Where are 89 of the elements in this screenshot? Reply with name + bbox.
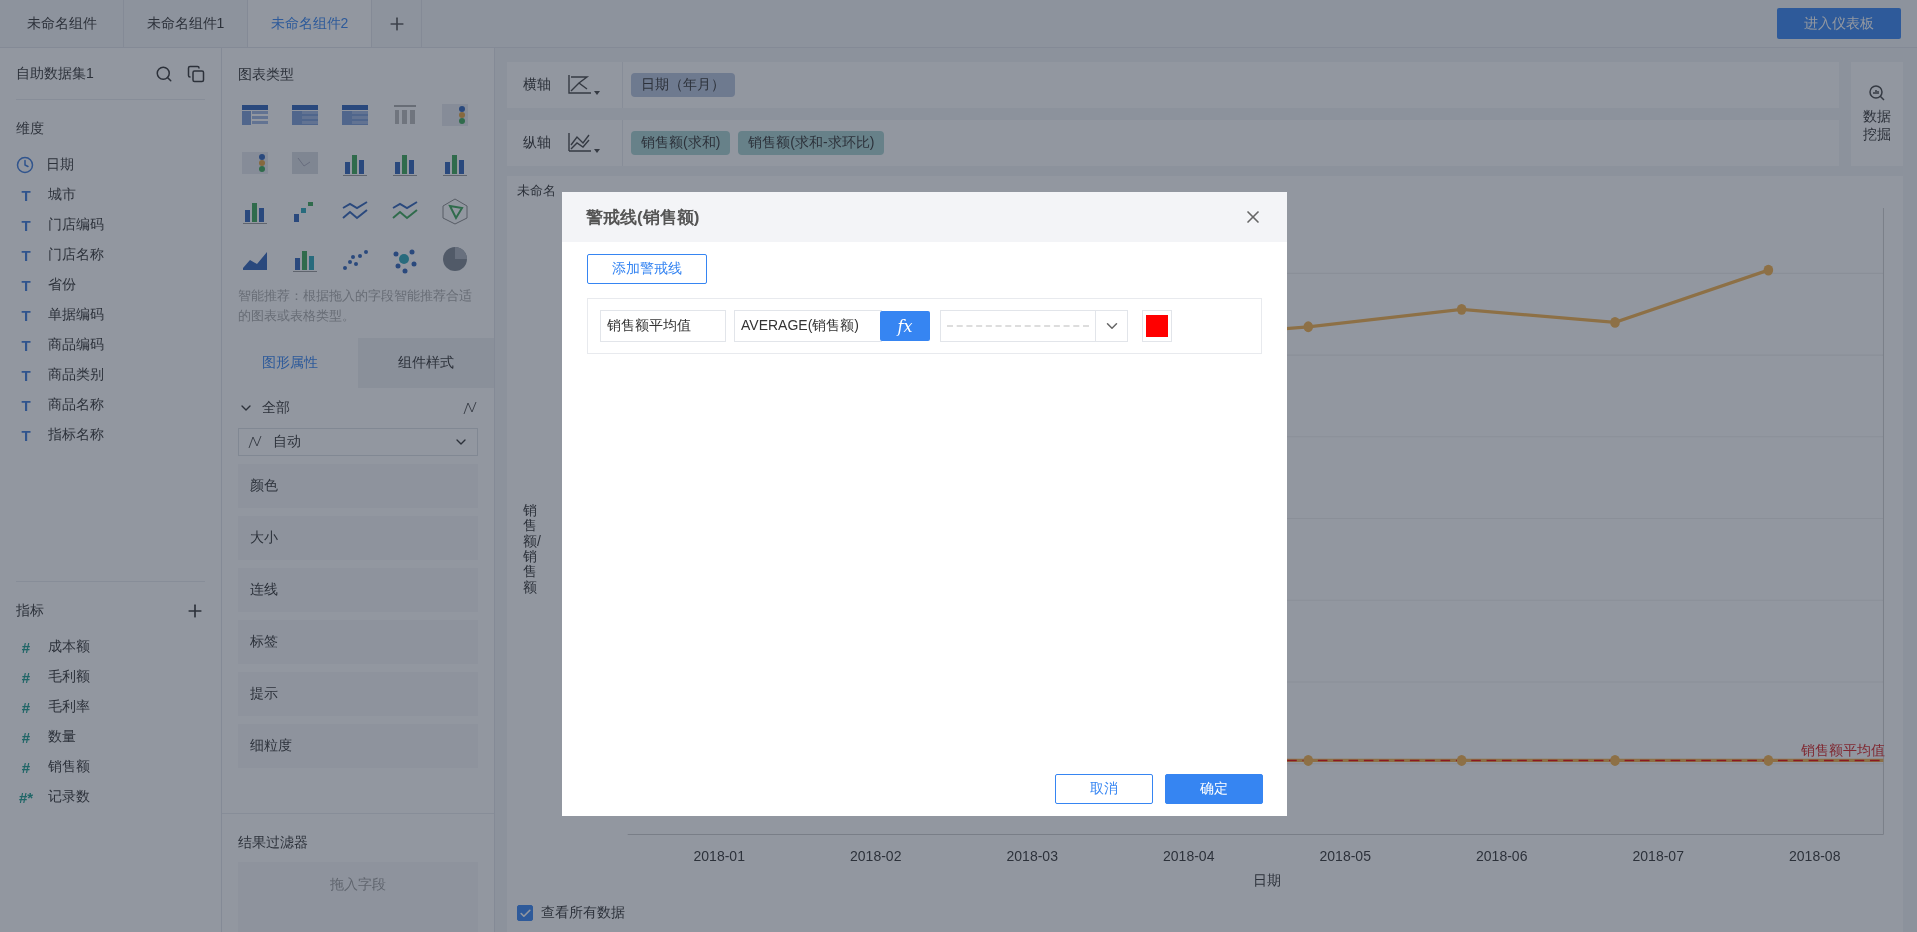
property-tab[interactable]: 组件样式 bbox=[358, 338, 494, 388]
dimension-field[interactable]: 门店编码 bbox=[48, 216, 104, 234]
dimension-field[interactable]: 城市 bbox=[48, 186, 76, 204]
dimension-field[interactable]: 指标名称 bbox=[48, 426, 104, 444]
property-row[interactable]: 连线 bbox=[238, 568, 478, 612]
axis-tick-label: 2018-02 bbox=[849, 848, 903, 864]
number-type-icon: # bbox=[16, 728, 36, 746]
data-point bbox=[1763, 755, 1774, 766]
axis-tick-label: 2018-05 bbox=[1318, 848, 1372, 864]
text-type-icon: T bbox=[16, 396, 36, 414]
measure-field[interactable]: 毛利率 bbox=[48, 698, 90, 716]
data-point bbox=[1303, 755, 1314, 766]
text-type-icon: T bbox=[16, 246, 36, 264]
dialog-title: 警戒线(销售额) bbox=[586, 206, 700, 229]
number-type-icon: # bbox=[16, 758, 36, 776]
clock-icon bbox=[16, 156, 34, 174]
data-point bbox=[1456, 303, 1467, 315]
measure-field[interactable]: 记录数 bbox=[48, 788, 90, 806]
text-type-icon: T bbox=[16, 426, 36, 444]
dimension-field[interactable]: 单据编码 bbox=[48, 306, 104, 324]
name-field[interactable]: 销售额平均值 bbox=[600, 310, 726, 342]
panel-title: 图表类型 bbox=[237, 65, 295, 84]
checkbox[interactable] bbox=[517, 905, 533, 921]
component-tab[interactable]: 未命名组件2 bbox=[248, 0, 372, 47]
field-pill[interactable]: 日期（年月） bbox=[631, 73, 735, 97]
axis-tick-label: 2018-01 bbox=[692, 848, 746, 864]
dimension-field[interactable]: 日期 bbox=[46, 156, 74, 174]
checkbox-label: 查看所有数据 bbox=[541, 904, 625, 922]
section-title: 指标 bbox=[16, 602, 44, 620]
magnifier-chart-icon bbox=[1869, 85, 1885, 101]
measure-field[interactable]: 数量 bbox=[48, 728, 76, 746]
dimension-field[interactable]: 商品编码 bbox=[48, 336, 104, 354]
property-row[interactable]: 颜色 bbox=[238, 464, 478, 508]
axis-label: 纵轴 bbox=[522, 134, 552, 152]
dimension-field[interactable]: 省份 bbox=[48, 276, 76, 294]
axis-tick-label: 2018-08 bbox=[1788, 848, 1842, 864]
line-icon bbox=[247, 434, 263, 450]
formula-button[interactable]: fx bbox=[880, 311, 930, 341]
axis-tick-label: 2018-06 bbox=[1475, 848, 1529, 864]
measure-field[interactable]: 销售额 bbox=[48, 758, 90, 776]
axis-label: 横轴 bbox=[522, 76, 552, 94]
line-chart-dropdown-icon[interactable] bbox=[567, 131, 601, 155]
pie-chart-icon[interactable] bbox=[440, 244, 470, 274]
number-type-icon: # bbox=[16, 638, 36, 656]
dimension-field[interactable]: 商品名称 bbox=[48, 396, 104, 414]
ok-button[interactable]: 确定 bbox=[1165, 774, 1263, 804]
dataset-name: 自助数据集1 bbox=[16, 64, 95, 83]
cancel-button[interactable]: 取消 bbox=[1055, 774, 1153, 804]
add-warning-line-button[interactable]: 添加警戒线 bbox=[587, 254, 707, 284]
property-row[interactable]: 提示 bbox=[238, 672, 478, 716]
text-type-icon: T bbox=[16, 336, 36, 354]
number-type-icon: # bbox=[16, 698, 36, 716]
chart-title: 未命名 bbox=[517, 182, 557, 200]
text-type-icon: T bbox=[16, 306, 36, 324]
dimension-field[interactable]: 门店名称 bbox=[48, 246, 104, 264]
dimension-field[interactable]: 商品类别 bbox=[48, 366, 104, 384]
axis-tick-label: 2018-07 bbox=[1631, 848, 1685, 864]
data-point bbox=[1610, 755, 1620, 766]
axis-title: 日期 bbox=[1252, 871, 1282, 890]
warning-line-label: 销售额平均值 bbox=[1801, 742, 1885, 760]
formula-field[interactable]: AVERAGE(销售额) bbox=[734, 310, 882, 342]
number-type-icon: #* bbox=[16, 788, 36, 806]
field-pill[interactable]: 销售额(求和-求环比) bbox=[738, 131, 885, 155]
data-point bbox=[1763, 264, 1774, 276]
text-type-icon: T bbox=[16, 186, 36, 204]
data-mining-button[interactable]: 数据挖掘 bbox=[1851, 62, 1903, 166]
property-row[interactable]: 细粒度 bbox=[238, 724, 478, 768]
measure-field[interactable]: 毛利额 bbox=[48, 668, 90, 686]
data-point bbox=[1456, 755, 1467, 766]
group-label: 全部 bbox=[262, 399, 291, 417]
text-type-icon: T bbox=[16, 366, 36, 384]
axis-tick-label: 2018-04 bbox=[1162, 848, 1216, 864]
radar-chart-icon[interactable] bbox=[440, 196, 470, 226]
data-point bbox=[1610, 316, 1620, 328]
search-icon[interactable] bbox=[155, 64, 173, 83]
property-row[interactable]: 大小 bbox=[238, 516, 478, 560]
property-row[interactable]: 标签 bbox=[238, 620, 478, 664]
number-type-icon: # bbox=[16, 668, 36, 686]
field-pill[interactable]: 销售额(求和) bbox=[631, 131, 731, 155]
data-point bbox=[1303, 321, 1314, 333]
switch-icon[interactable] bbox=[187, 64, 205, 83]
axis-tick-label: 2018-03 bbox=[1005, 848, 1059, 864]
measure-field[interactable]: 成本额 bbox=[48, 638, 90, 656]
section-title: 维度 bbox=[16, 120, 44, 138]
mark-type-select[interactable]: 自动 bbox=[238, 428, 478, 456]
line-icon bbox=[462, 400, 478, 416]
enter-dashboard-button[interactable]: 进入仪表板 bbox=[1777, 8, 1901, 39]
text-type-icon: T bbox=[16, 276, 36, 294]
text-type-icon: T bbox=[16, 216, 36, 234]
